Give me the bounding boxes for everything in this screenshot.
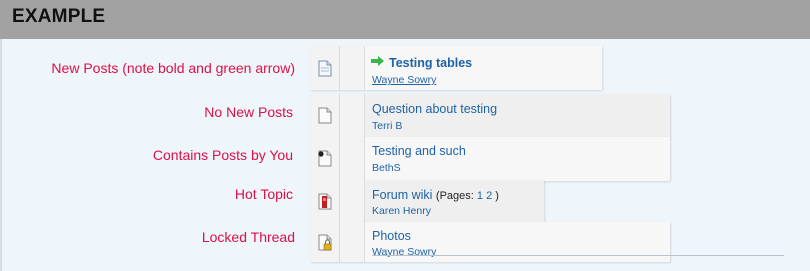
topic-icon-cell <box>310 222 339 262</box>
topic-title-link[interactable]: Photos <box>372 229 411 243</box>
legend-label-your-posts: Contains Posts by You <box>152 147 293 163</box>
topic-main-cell: Question about testing Terri B <box>365 94 670 138</box>
divider <box>372 255 784 256</box>
topic-author-link[interactable]: Karen Henry <box>372 205 431 217</box>
legend-label-no-new-posts: No New Posts <box>204 104 293 120</box>
topic-main-cell: Testing and such BethS <box>365 137 670 181</box>
topic-main-cell: Forum wiki (Pages: 1 2 ) Karen Henry <box>365 180 544 224</box>
topic-main-cell: Testing tables Wayne Sowry <box>365 46 602 90</box>
topic-title-link[interactable]: Question about testing <box>372 102 497 116</box>
page-link-2[interactable]: 2 <box>486 190 492 202</box>
document-dot-icon <box>318 150 332 167</box>
locked-document-icon <box>318 234 332 251</box>
topic-icon-cell <box>310 137 339 181</box>
legend-label-locked-thread: Locked Thread <box>201 229 295 245</box>
topic-spacer-cell <box>339 46 365 90</box>
section-header: EXAMPLE <box>0 0 810 39</box>
topic-row: Testing and such BethS <box>310 137 670 181</box>
document-new-icon <box>318 60 332 77</box>
topic-spacer-cell <box>339 222 365 262</box>
topic-spacer-cell <box>339 180 365 224</box>
pages-info: (Pages: 1 2 ) <box>435 190 499 202</box>
hot-document-icon <box>318 193 332 210</box>
topic-author-link[interactable]: Wayne Sowry <box>372 246 436 258</box>
green-arrow-icon <box>371 56 384 66</box>
topic-spacer-cell <box>339 94 365 138</box>
section-title: EXAMPLE <box>12 6 106 27</box>
topic-icon-cell <box>310 94 339 138</box>
topic-author-link[interactable]: Wayne Sowry <box>372 74 436 86</box>
topic-row: Photos Wayne Sowry <box>310 222 670 262</box>
topic-title-link[interactable]: Testing and such <box>372 144 466 158</box>
topic-row: Testing tables Wayne Sowry <box>310 46 602 90</box>
topic-icon-cell <box>310 46 339 90</box>
topic-icon-cell <box>310 180 339 224</box>
topic-row: Question about testing Terri B <box>310 94 670 138</box>
topic-spacer-cell <box>339 137 365 181</box>
document-icon <box>318 107 332 124</box>
topic-title-link[interactable]: Forum wiki <box>372 188 432 202</box>
topic-author-link[interactable]: BethS <box>372 162 401 174</box>
topic-author-link[interactable]: Terri B <box>372 120 402 132</box>
legend-label-new-posts: New Posts (note bold and green arrow) <box>51 60 295 76</box>
topic-row: Forum wiki (Pages: 1 2 ) Karen Henry <box>310 180 544 224</box>
divider <box>0 39 2 271</box>
page-link-1[interactable]: 1 <box>477 190 483 202</box>
legend-label-hot-topic: Hot Topic <box>234 186 293 202</box>
topic-main-cell: Photos Wayne Sowry <box>365 222 670 262</box>
page: EXAMPLE New Posts (note bold and green a… <box>0 0 810 271</box>
topic-title-link[interactable]: Testing tables <box>389 56 472 70</box>
